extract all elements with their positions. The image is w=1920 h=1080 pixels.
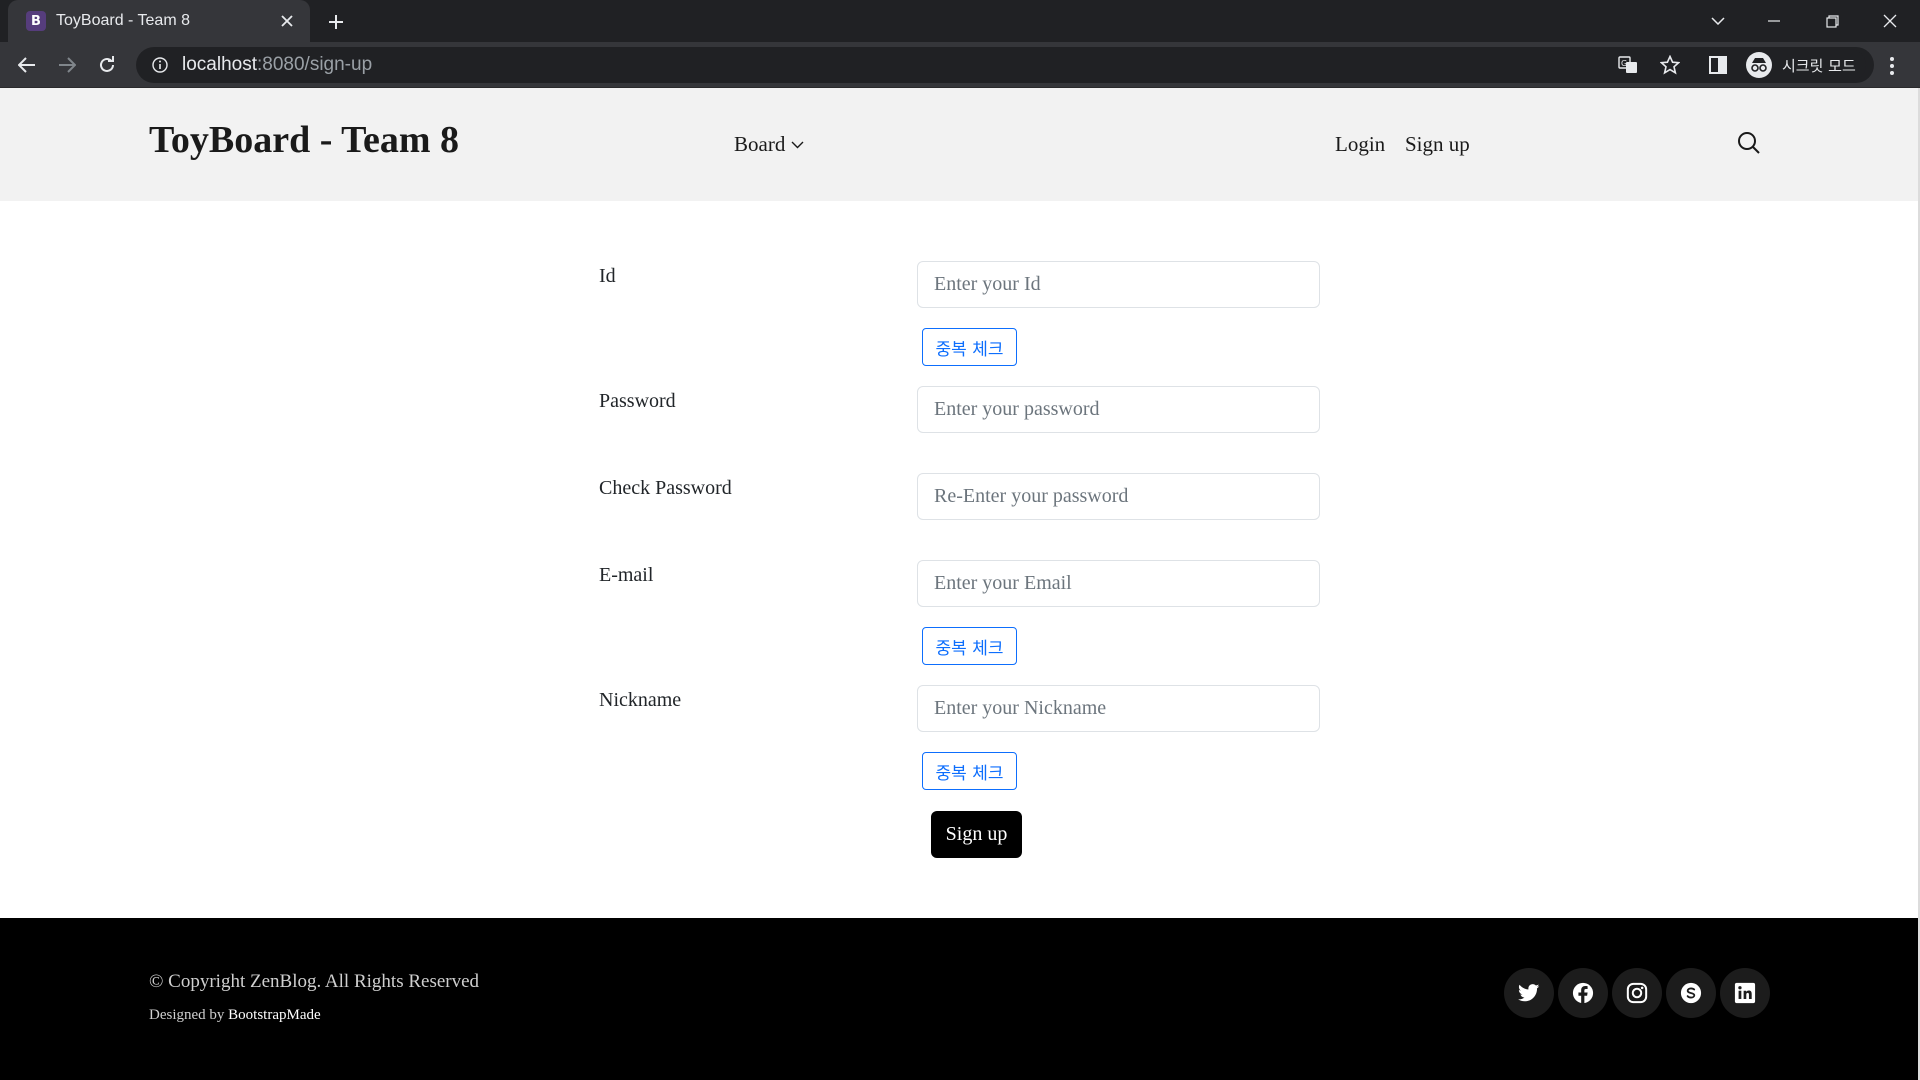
signup-submit-button[interactable]: Sign up (931, 811, 1022, 858)
facebook-icon[interactable] (1558, 968, 1608, 1018)
bootstrap-favicon-icon: B (26, 11, 46, 31)
nav-board-dropdown[interactable]: Board (734, 132, 804, 157)
tab-title: ToyBoard - Team 8 (56, 12, 190, 29)
browser-tab-strip: B ToyBoard - Team 8 (0, 0, 1920, 42)
incognito-label: 시크릿 모드 (1782, 56, 1856, 75)
nickname-duplicate-check-button[interactable]: 중복 체크 (922, 752, 1017, 790)
twitter-icon[interactable] (1504, 968, 1554, 1018)
nav-signup-link[interactable]: Sign up (1405, 132, 1470, 157)
search-icon[interactable] (1737, 131, 1763, 157)
reload-icon[interactable] (91, 49, 123, 81)
url-path: :8080/sign-up (257, 54, 373, 75)
browser-menu-icon[interactable] (1878, 52, 1906, 80)
site-brand-logo[interactable]: ToyBoard - Team 8 (149, 118, 459, 162)
site-footer: © Copyright ZenBlog. All Rights Reserved… (0, 918, 1918, 1080)
minimize-window-button[interactable] (1746, 0, 1802, 42)
browser-tab[interactable]: B ToyBoard - Team 8 (8, 0, 310, 42)
back-arrow-icon[interactable] (11, 49, 43, 81)
password-label: Password (599, 390, 676, 412)
designed-by-prefix: Designed by (149, 1007, 229, 1023)
skype-icon[interactable] (1666, 968, 1716, 1018)
nav-login-link[interactable]: Login (1335, 132, 1385, 157)
browser-toolbar: localhost:8080/sign-up G (0, 42, 1920, 88)
tab-search-chevron-icon[interactable] (1690, 0, 1746, 42)
bootstrapmade-link[interactable]: BootstrapMade (228, 1007, 320, 1023)
svg-text:G: G (1621, 59, 1627, 68)
check-password-label: Check Password (599, 477, 732, 499)
close-window-button[interactable] (1862, 0, 1918, 42)
id-duplicate-check-button[interactable]: 중복 체크 (922, 328, 1017, 366)
side-panel-icon[interactable] (1702, 49, 1734, 81)
site-info-icon[interactable] (150, 55, 170, 75)
email-input[interactable] (917, 560, 1320, 607)
translate-icon[interactable]: G (1614, 51, 1642, 79)
password-input[interactable] (917, 386, 1320, 433)
check-password-input[interactable] (917, 473, 1320, 520)
restore-window-button[interactable] (1804, 0, 1860, 42)
new-tab-button[interactable] (322, 8, 350, 36)
email-duplicate-check-button[interactable]: 중복 체크 (922, 627, 1017, 665)
instagram-icon[interactable] (1612, 968, 1662, 1018)
nav-board-label: Board (734, 132, 786, 156)
bookmark-star-icon[interactable] (1656, 51, 1684, 79)
forward-arrow-icon[interactable] (51, 49, 83, 81)
designed-by-text: Designed by BootstrapMade (149, 1007, 321, 1024)
url-host: localhost (182, 54, 257, 75)
id-label: Id (599, 265, 616, 287)
nickname-input[interactable] (917, 685, 1320, 732)
chevron-down-icon (791, 141, 804, 148)
close-tab-icon[interactable] (276, 10, 298, 32)
site-header: ToyBoard - Team 8 Board Login Sign up (0, 88, 1918, 201)
linkedin-icon[interactable] (1720, 968, 1770, 1018)
incognito-icon (1746, 52, 1772, 78)
incognito-profile-button[interactable]: 시크릿 모드 (1742, 49, 1866, 81)
address-bar[interactable]: localhost:8080/sign-up G (136, 47, 1874, 83)
email-label: E-mail (599, 564, 654, 586)
id-input[interactable] (917, 261, 1320, 308)
nickname-label: Nickname (599, 689, 682, 711)
copyright-text: © Copyright ZenBlog. All Rights Reserved (149, 971, 480, 992)
